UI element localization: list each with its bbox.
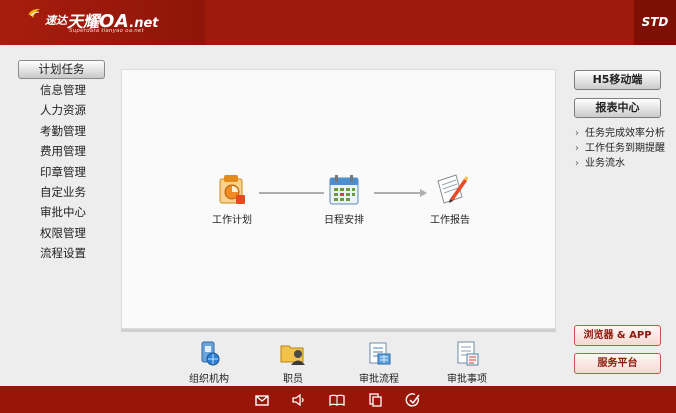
quick-item-label: 职员	[283, 374, 303, 385]
report-link-label: 任务完成效率分析	[585, 128, 665, 139]
report-link-label: 工作任务到期提醒	[585, 143, 665, 154]
chevron-right-icon: ›	[575, 128, 579, 139]
report-center-button[interactable]: 报表中心	[574, 98, 661, 118]
sidebar-item-info[interactable]: 信息管理	[18, 80, 106, 100]
sidebar-item-hr[interactable]: 人力资源	[18, 100, 106, 120]
edition-badge: STD	[634, 0, 676, 45]
sidebar-item-permissions[interactable]: 权限管理	[18, 223, 106, 243]
main-panel: 工作计划 日程安排 工作报告	[121, 69, 556, 329]
quick-access-strip: 组织机构 职员 审批流程 审批事项	[121, 332, 556, 386]
quick-item-approval-flow[interactable]: 审批流程	[349, 340, 409, 385]
staff-icon	[280, 345, 305, 365]
check-circle-icon[interactable]	[405, 392, 421, 408]
flow-node-work-plan[interactable]: 工作计划	[202, 173, 262, 226]
report-links: › 任务完成效率分析 › 工作任务到期提醒 › 业务流水	[575, 126, 665, 171]
quick-item-label: 审批事项	[447, 374, 487, 385]
logo: 速达天耀OA.net Superdata tianyao oa.net	[0, 0, 205, 45]
approval-items-icon	[457, 341, 479, 366]
book-icon[interactable]	[329, 392, 345, 408]
quick-item-approval-items[interactable]: 审批事项	[437, 340, 497, 385]
chevron-right-icon: ›	[575, 158, 579, 169]
sidebar-item-custom-business[interactable]: 自定业务	[18, 182, 106, 202]
quick-item-staff[interactable]: 职员	[263, 340, 323, 385]
chevron-right-icon: ›	[575, 143, 579, 154]
report-link-efficiency[interactable]: › 任务完成效率分析	[575, 126, 665, 141]
flow-node-work-report[interactable]: 工作报告	[420, 171, 480, 226]
work-report-icon	[437, 174, 468, 204]
logo-text-a: 速达	[45, 14, 67, 27]
flow-node-label: 工作报告	[430, 215, 470, 226]
browser-app-button[interactable]: 浏览器 & APP	[574, 325, 661, 346]
report-link-label: 业务流水	[585, 158, 625, 169]
app-header: 速达天耀OA.net Superdata tianyao oa.net STD	[0, 0, 676, 45]
sidebar-item-attendance[interactable]: 考勤管理	[18, 121, 106, 141]
quick-item-label: 组织机构	[189, 374, 229, 385]
sidebar-item-expense[interactable]: 费用管理	[18, 141, 106, 161]
report-link-business-flow[interactable]: › 业务流水	[575, 156, 665, 171]
sidebar-item-plan-tasks[interactable]: 计划任务	[18, 60, 105, 79]
service-platform-button[interactable]: 服务平台	[574, 353, 661, 374]
flow-node-schedule[interactable]: 日程安排	[314, 173, 374, 226]
org-structure-icon	[201, 341, 220, 366]
h5-mobile-button[interactable]: H5移动端	[574, 70, 661, 90]
sidebar-nav: 计划任务 信息管理 人力资源 考勤管理 费用管理 印章管理 自定业务 审批中心 …	[18, 60, 106, 264]
footer-bar	[0, 386, 676, 413]
flow-arrow-2	[374, 192, 422, 194]
approval-flow-icon	[369, 342, 391, 365]
work-plan-icon	[219, 175, 245, 204]
quick-item-org[interactable]: 组织机构	[179, 340, 239, 385]
calendar-icon	[329, 175, 359, 205]
speaker-icon[interactable]	[291, 392, 307, 408]
quick-item-label: 审批流程	[359, 374, 399, 385]
logo-subtitle: Superdata tianyao oa.net	[69, 28, 144, 34]
sidebar-item-flow-settings[interactable]: 流程设置	[18, 243, 106, 263]
mail-icon[interactable]	[254, 392, 270, 408]
copy-icon[interactable]	[367, 392, 383, 408]
sidebar-item-approval-center[interactable]: 审批中心	[18, 202, 106, 222]
logo-mark-icon	[28, 8, 40, 18]
flow-node-label: 日程安排	[324, 215, 364, 226]
report-link-due-reminder[interactable]: › 工作任务到期提醒	[575, 141, 665, 156]
flow-node-label: 工作计划	[212, 215, 252, 226]
sidebar-item-seal[interactable]: 印章管理	[18, 162, 106, 182]
